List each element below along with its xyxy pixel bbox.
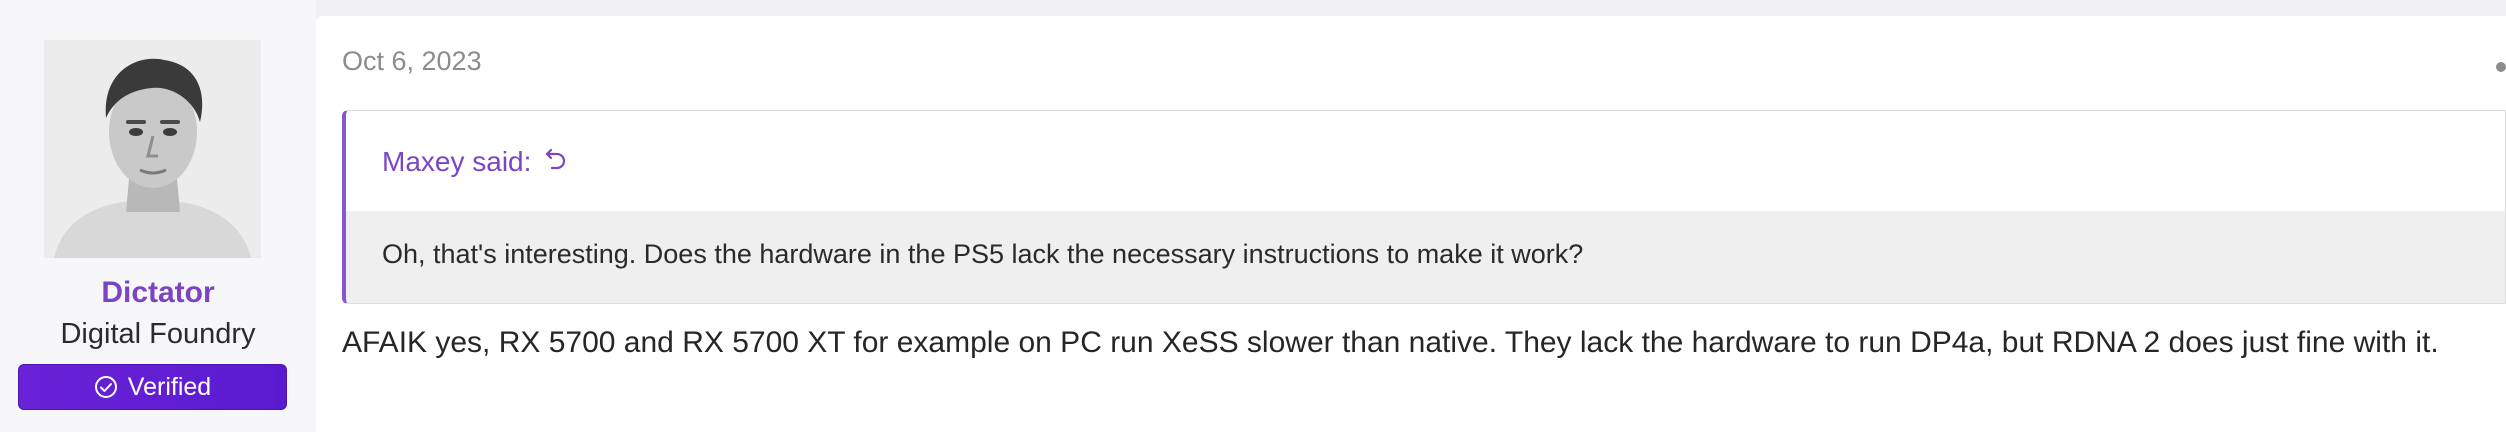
user-title: Digital Foundry [60,318,256,350]
post-date[interactable]: Oct 6, 2023 [342,46,482,77]
more-options-icon[interactable] [2496,62,2506,72]
post-message: AFAIK yes, RX 5700 and RX 5700 XT for ex… [342,326,2439,359]
avatar[interactable] [44,40,261,258]
undo-arrow-icon[interactable] [543,145,569,178]
quote-body: Oh, that's interesting. Does the hardwar… [346,211,2505,303]
forum-post: Dictator Digital Foundry Verified Oct 6,… [0,0,2506,432]
quote-header: Maxey said: [346,111,2505,211]
user-sidebar: Dictator Digital Foundry Verified [0,0,316,432]
quote-author: Maxey said: [382,145,532,177]
quote-author-link[interactable]: Maxey said: [382,145,569,178]
username[interactable]: Dictator [0,276,316,310]
quote-text: Oh, that's interesting. Does the hardwar… [382,239,1584,269]
check-circle-icon [94,375,118,399]
quote-block: Maxey said: Oh, that's interesting. Does… [342,110,2506,304]
verified-label: Verified [127,372,212,401]
verified-badge: Verified [18,364,287,410]
